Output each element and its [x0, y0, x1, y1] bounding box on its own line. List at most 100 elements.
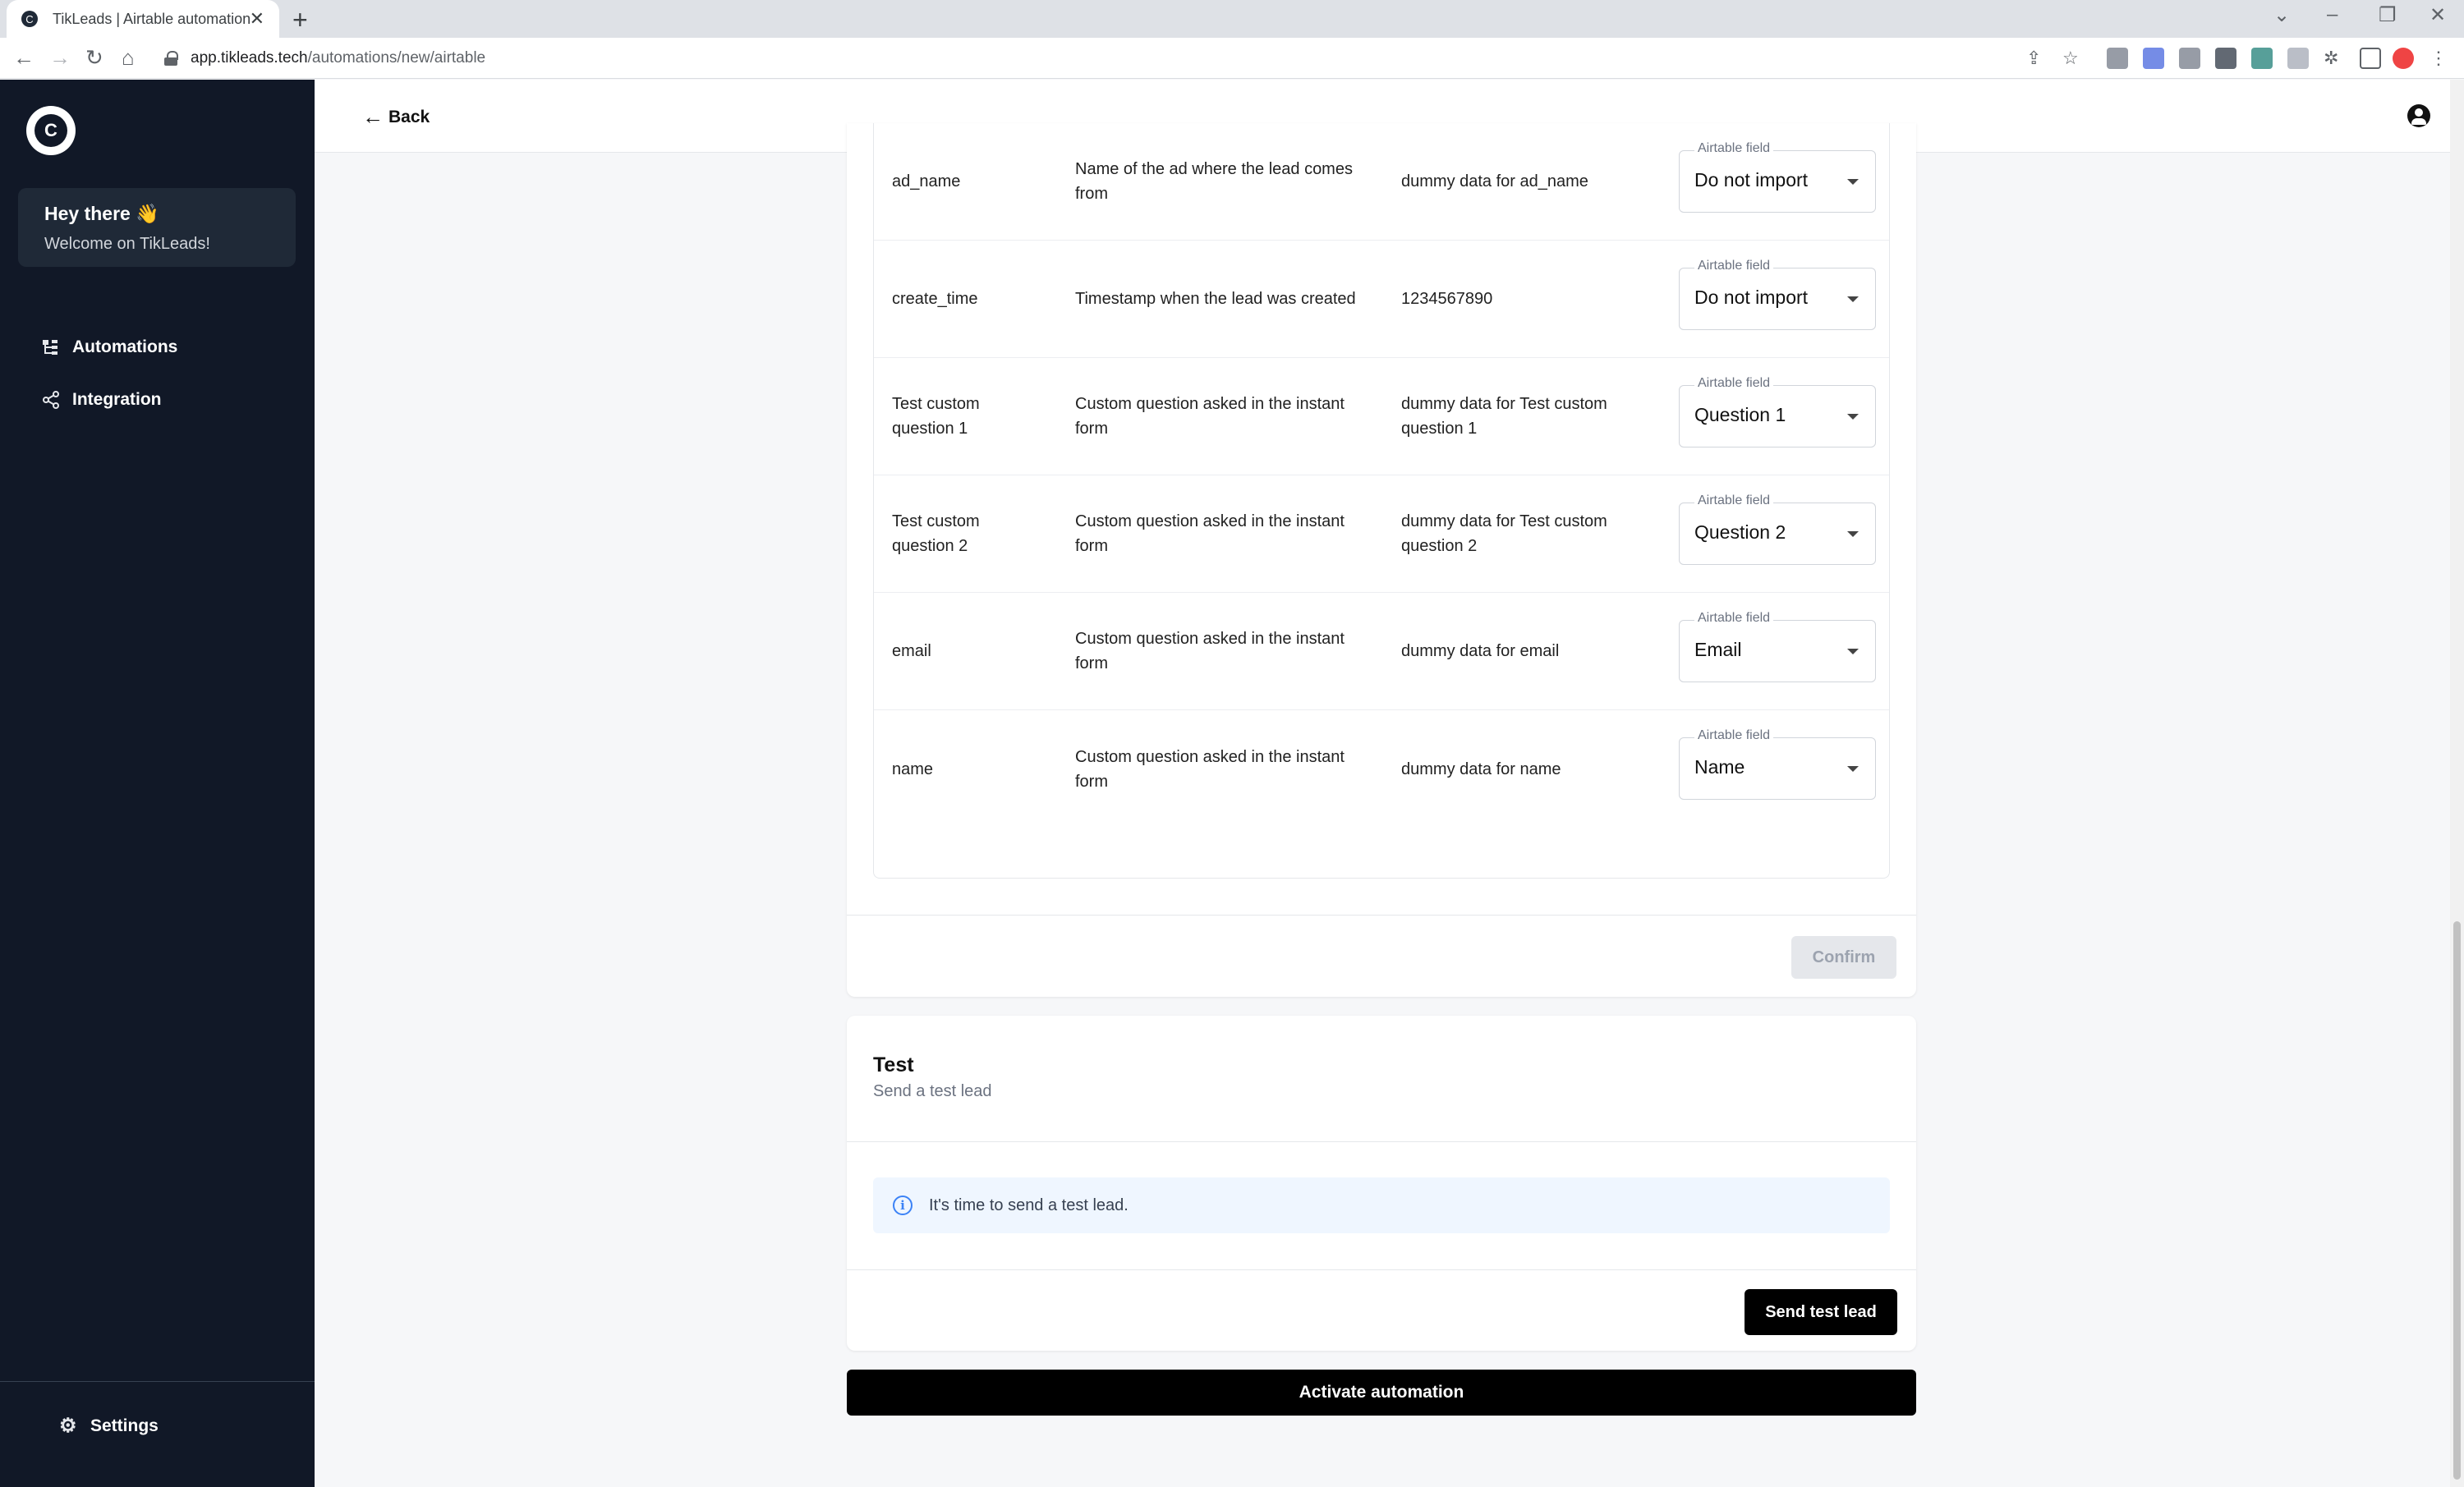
extension-icon[interactable] [2107, 48, 2128, 69]
profile-avatar[interactable] [2393, 48, 2414, 69]
extension-icon[interactable] [2143, 48, 2164, 69]
airtable-field-select[interactable]: Airtable field Question 2 [1679, 493, 1876, 565]
welcome-box: Hey there 👋 Welcome on TikLeads! [18, 188, 296, 267]
info-icon: i [893, 1196, 913, 1215]
caret-down-icon [1847, 414, 1859, 420]
card-divider [847, 1141, 1916, 1142]
new-tab-icon[interactable]: + [292, 5, 308, 35]
sidebar-divider [0, 1381, 315, 1382]
caret-down-icon [1847, 296, 1859, 302]
sidebar: C Hey there 👋 Welcome on TikLeads! Autom… [0, 80, 315, 1487]
lead-field-dummy-data: dummy data for ad_name [1401, 172, 1588, 190]
automations-icon [43, 340, 57, 355]
caret-down-icon [1847, 531, 1859, 537]
select-value: Question 1 [1694, 404, 1786, 425]
forward-arrow-icon[interactable]: → [49, 44, 71, 71]
tab-title: TikLeads | Airtable automation [53, 10, 250, 27]
tikleads-favicon-icon: C [21, 11, 38, 27]
lead-field-dummy-data: dummy data for Test custom question 1 [1401, 395, 1607, 438]
select-label: Airtable field [1694, 376, 1774, 391]
card-divider [847, 1269, 1916, 1270]
extension-icon[interactable] [2215, 48, 2236, 69]
browser-tab[interactable]: C TikLeads | Airtable automation ✕ [7, 0, 279, 38]
lead-field-description: Custom question asked in the instant for… [1075, 512, 1345, 555]
select-value: Do not import [1694, 287, 1809, 308]
table-row: ad_name Name of the ad where the lead co… [874, 123, 1889, 241]
airtable-field-select[interactable]: Airtable field Name [1679, 728, 1876, 800]
test-card: Test Send a test lead i It's time to sen… [847, 1016, 1916, 1351]
extension-icon[interactable] [2179, 48, 2200, 69]
sidebar-item-automations[interactable]: Automations [41, 337, 177, 357]
share-icon [43, 391, 59, 409]
lead-field-dummy-data: dummy data for name [1401, 760, 1561, 778]
caret-down-icon [1847, 179, 1859, 185]
select-value: Email [1694, 639, 1742, 660]
settings-link[interactable]: ⚙ Settings [59, 1416, 159, 1436]
home-icon[interactable]: ⌂ [122, 44, 135, 71]
airtable-field-select[interactable]: Airtable field Question 1 [1679, 376, 1876, 447]
select-label: Airtable field [1694, 728, 1774, 743]
table-row: email Custom question asked in the insta… [874, 593, 1889, 710]
greeting: Hey there 👋 [44, 203, 159, 224]
table-row: name Custom question asked in the instan… [874, 710, 1889, 828]
info-text: It's time to send a test lead. [929, 1196, 1129, 1214]
lead-field-name: name [892, 760, 934, 778]
menu-dots-icon[interactable]: ⋮ [2430, 48, 2451, 69]
extension-icon[interactable] [2251, 48, 2273, 69]
share-page-icon[interactable]: ⇪ [2026, 48, 2048, 69]
airtable-field-select[interactable]: Airtable field Email [1679, 611, 1876, 682]
select-value: Question 2 [1694, 521, 1786, 543]
account-icon[interactable] [2407, 104, 2430, 127]
maximize-icon[interactable]: ❐ [2379, 3, 2397, 27]
confirm-button[interactable]: Confirm [1791, 936, 1896, 979]
lead-field-dummy-data: 1234567890 [1401, 290, 1493, 308]
caret-down-icon [1847, 766, 1859, 772]
logo-mark-icon: C [34, 114, 67, 147]
lead-field-name: ad_name [892, 172, 961, 190]
page-scrollbar[interactable] [2450, 80, 2464, 1487]
test-subtitle: Send a test lead [873, 1082, 992, 1100]
gear-icon: ⚙ [59, 1415, 77, 1437]
card-divider [847, 915, 1916, 916]
info-alert: i It's time to send a test lead. [873, 1177, 1890, 1233]
lead-field-description: Custom question asked in the instant for… [1075, 395, 1345, 438]
back-label: Back [388, 107, 430, 126]
select-label: Airtable field [1694, 259, 1774, 273]
sidebar-item-integration[interactable]: Integration [41, 390, 162, 410]
activate-automation-button[interactable]: Activate automation [847, 1370, 1916, 1416]
lead-field-name: create_time [892, 290, 978, 308]
lead-field-description: Name of the ad where the lead comes from [1075, 160, 1353, 203]
table-row: Test custom question 2 Custom question a… [874, 475, 1889, 593]
bookmark-star-icon[interactable]: ☆ [2062, 48, 2084, 69]
tab-search-icon[interactable]: ⌄ [2273, 3, 2290, 27]
lead-field-description: Custom question asked in the instant for… [1075, 630, 1345, 672]
tikleads-logo[interactable]: C [26, 106, 76, 155]
minimize-icon[interactable]: – [2327, 3, 2338, 26]
airtable-field-select[interactable]: Airtable field Do not import [1679, 259, 1876, 330]
airtable-field-select[interactable]: Airtable field Do not import [1679, 141, 1876, 213]
sidebar-item-label: Integration [72, 390, 162, 409]
url-text: app.tikleads.tech/automations/new/airtab… [191, 49, 486, 67]
send-test-lead-button[interactable]: Send test lead [1745, 1289, 1897, 1335]
sidebar-item-label: Automations [72, 337, 178, 356]
select-label: Airtable field [1694, 141, 1774, 156]
lead-field-dummy-data: dummy data for Test custom question 2 [1401, 512, 1607, 555]
close-tab-icon[interactable]: ✕ [250, 8, 264, 30]
address-bar[interactable]: app.tikleads.tech/automations/new/airtab… [164, 43, 2053, 74]
lead-field-description: Custom question asked in the instant for… [1075, 747, 1345, 791]
side-panel-icon[interactable] [2360, 48, 2381, 69]
puzzle-icon[interactable]: ✲ [2324, 48, 2345, 69]
reload-icon[interactable]: ↻ [85, 44, 103, 71]
scrollbar-thumb[interactable] [2453, 921, 2461, 1480]
table-row: create_time Timestamp when the lead was … [874, 241, 1889, 358]
welcome-text: Welcome on TikLeads! [44, 235, 210, 253]
field-mapping-card: ad_name Name of the ad where the lead co… [847, 123, 1916, 997]
extension-icon[interactable] [2287, 48, 2309, 69]
back-button[interactable]: ← Back [362, 104, 430, 130]
lock-icon [164, 51, 178, 66]
close-window-icon[interactable]: ✕ [2430, 3, 2446, 27]
caret-down-icon [1847, 649, 1859, 654]
back-arrow-icon[interactable]: ← [13, 44, 34, 71]
lead-field-dummy-data: dummy data for email [1401, 642, 1560, 660]
browser-tab-bar: C TikLeads | Airtable automation ✕ + ⌄ –… [0, 0, 2464, 38]
